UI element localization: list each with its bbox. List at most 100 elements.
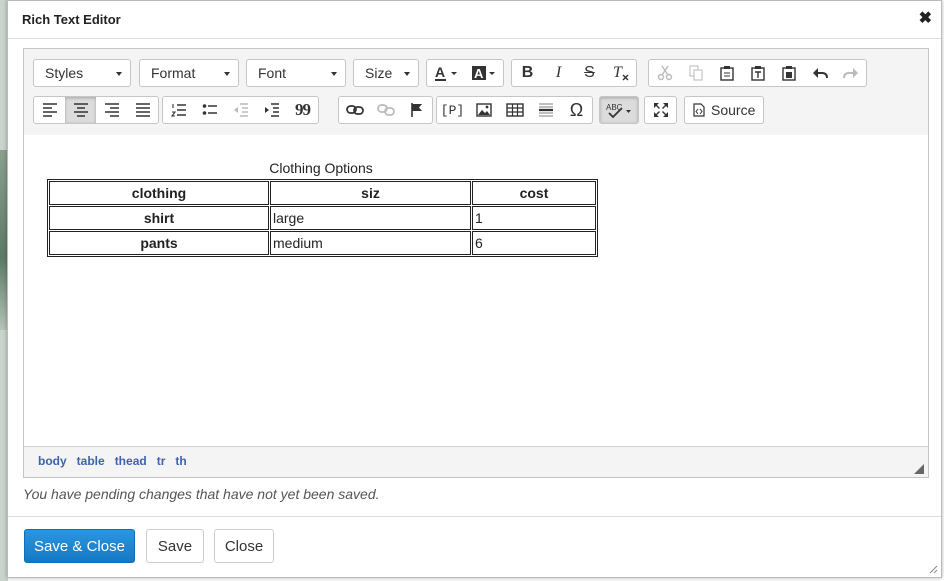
align-center-icon <box>73 103 88 117</box>
clothing-table[interactable]: clothing siz cost shirt large 1 pants me… <box>47 179 598 257</box>
remove-format-button[interactable]: T <box>605 60 636 86</box>
redo-button[interactable] <box>835 60 866 86</box>
table-cell[interactable]: medium <box>270 231 471 255</box>
paste-from-word-button[interactable] <box>773 60 804 86</box>
link-button[interactable] <box>339 97 370 123</box>
numbered-list-button[interactable] <box>163 97 194 123</box>
blockquote-button[interactable]: 99 <box>287 97 318 123</box>
editor-resize-handle[interactable] <box>914 464 924 474</box>
chevron-down-icon <box>404 72 410 76</box>
strikethrough-button[interactable]: S <box>574 60 605 86</box>
maximize-group <box>644 96 677 124</box>
outdent-icon <box>233 103 248 117</box>
italic-button[interactable]: I <box>543 60 574 86</box>
color-group: A A <box>426 59 504 87</box>
source-button-label: Source <box>711 102 756 118</box>
styles-combo-label: Styles <box>45 65 84 81</box>
path-item-table[interactable]: table <box>77 454 105 468</box>
dialog-resize-grip-icon[interactable] <box>928 564 938 574</box>
table-row: shirt large 1 <box>49 206 596 230</box>
bulleted-list-icon <box>202 104 217 115</box>
cut-button[interactable] <box>649 60 680 86</box>
paste-button[interactable] <box>711 60 742 86</box>
spell-check-icon: ABC <box>606 103 631 119</box>
paste-icon <box>719 66 734 81</box>
save-and-close-button[interactable]: Save & Close <box>24 529 135 563</box>
table-cell[interactable]: 1 <box>472 206 596 230</box>
table-header-cell[interactable]: cost <box>472 181 596 205</box>
table-button[interactable] <box>499 97 530 123</box>
styles-combo[interactable]: Styles <box>33 59 131 87</box>
spell-check-button[interactable]: ABC <box>600 97 638 123</box>
redo-icon <box>842 68 858 79</box>
table-row-header-cell[interactable]: shirt <box>49 206 269 230</box>
format-combo[interactable]: Format <box>139 59 239 87</box>
unlink-icon <box>376 104 395 116</box>
background-color-button[interactable]: A <box>465 60 503 86</box>
divider <box>8 38 941 39</box>
remove-format-letter: T <box>613 64 623 81</box>
source-icon <box>693 103 705 117</box>
table-header-cell[interactable]: siz <box>270 181 471 205</box>
path-item-th[interactable]: th <box>175 454 186 468</box>
image-icon <box>475 103 492 117</box>
save-button[interactable]: Save <box>146 529 204 563</box>
bulleted-list-button[interactable] <box>194 97 225 123</box>
size-combo[interactable]: Size <box>353 59 419 87</box>
dialog-title: Rich Text Editor <box>22 12 121 27</box>
table-cell[interactable]: large <box>270 206 471 230</box>
source-button[interactable]: Source <box>684 96 765 124</box>
increase-indent-button[interactable] <box>256 97 287 123</box>
maximize-button[interactable] <box>645 97 676 123</box>
text-color-button[interactable]: A <box>427 60 465 86</box>
table-row-header-cell[interactable]: pants <box>49 231 269 255</box>
decrease-indent-button[interactable] <box>225 97 256 123</box>
spellcheck-group: ABC <box>599 96 639 124</box>
font-combo[interactable]: Font <box>246 59 346 87</box>
element-path: body table thead tr th <box>38 454 187 468</box>
undo-button[interactable] <box>804 60 835 86</box>
indent-icon <box>264 103 279 117</box>
clipboard-group <box>648 59 867 87</box>
list-group: 99 <box>162 96 319 124</box>
align-left-button[interactable] <box>34 97 65 123</box>
path-item-thead[interactable]: thead <box>115 454 147 468</box>
align-justify-icon <box>135 103 150 117</box>
path-item-body[interactable]: body <box>38 454 67 468</box>
table-cell[interactable]: 6 <box>472 231 596 255</box>
copy-button[interactable] <box>680 60 711 86</box>
paste-text-button[interactable] <box>742 60 773 86</box>
editor-content-area[interactable]: Clothing Options clothing siz cost shirt… <box>24 135 928 447</box>
align-right-button[interactable] <box>96 97 127 123</box>
font-combo-label: Font <box>258 65 287 81</box>
paste-text-icon <box>750 66 765 81</box>
anchor-button[interactable] <box>401 97 432 123</box>
table-caption: Clothing Options <box>269 160 373 176</box>
basic-styles-group: B I S T <box>511 59 637 87</box>
table-header-cell[interactable]: clothing <box>49 181 269 205</box>
special-character-button[interactable]: Ω <box>561 97 592 123</box>
insert-group: [P] Ω <box>436 96 593 124</box>
element-path-bar: body table thead tr th <box>24 446 928 477</box>
background-color-icon: A <box>472 66 495 81</box>
path-item-tr[interactable]: tr <box>157 454 166 468</box>
editor-frame: Styles Format Font Size A A B I S T 99 [… <box>23 48 929 478</box>
undo-icon <box>812 68 828 79</box>
unlink-button[interactable] <box>370 97 401 123</box>
text-color-icon: A <box>435 64 457 81</box>
show-blocks-button[interactable]: [P] <box>437 97 468 123</box>
link-group <box>338 96 433 124</box>
align-left-icon <box>42 103 57 117</box>
horizontal-line-icon <box>538 103 553 117</box>
image-button[interactable] <box>468 97 499 123</box>
align-center-button[interactable] <box>65 97 96 123</box>
chevron-down-icon <box>224 72 230 76</box>
close-icon[interactable]: ✖ <box>919 10 932 28</box>
close-button[interactable]: Close <box>214 529 274 563</box>
align-justify-button[interactable] <box>127 97 158 123</box>
table-row: pants medium 6 <box>49 231 596 255</box>
cut-icon <box>657 65 672 81</box>
align-right-icon <box>104 103 119 117</box>
bold-button[interactable]: B <box>512 60 543 86</box>
horizontal-line-button[interactable] <box>530 97 561 123</box>
